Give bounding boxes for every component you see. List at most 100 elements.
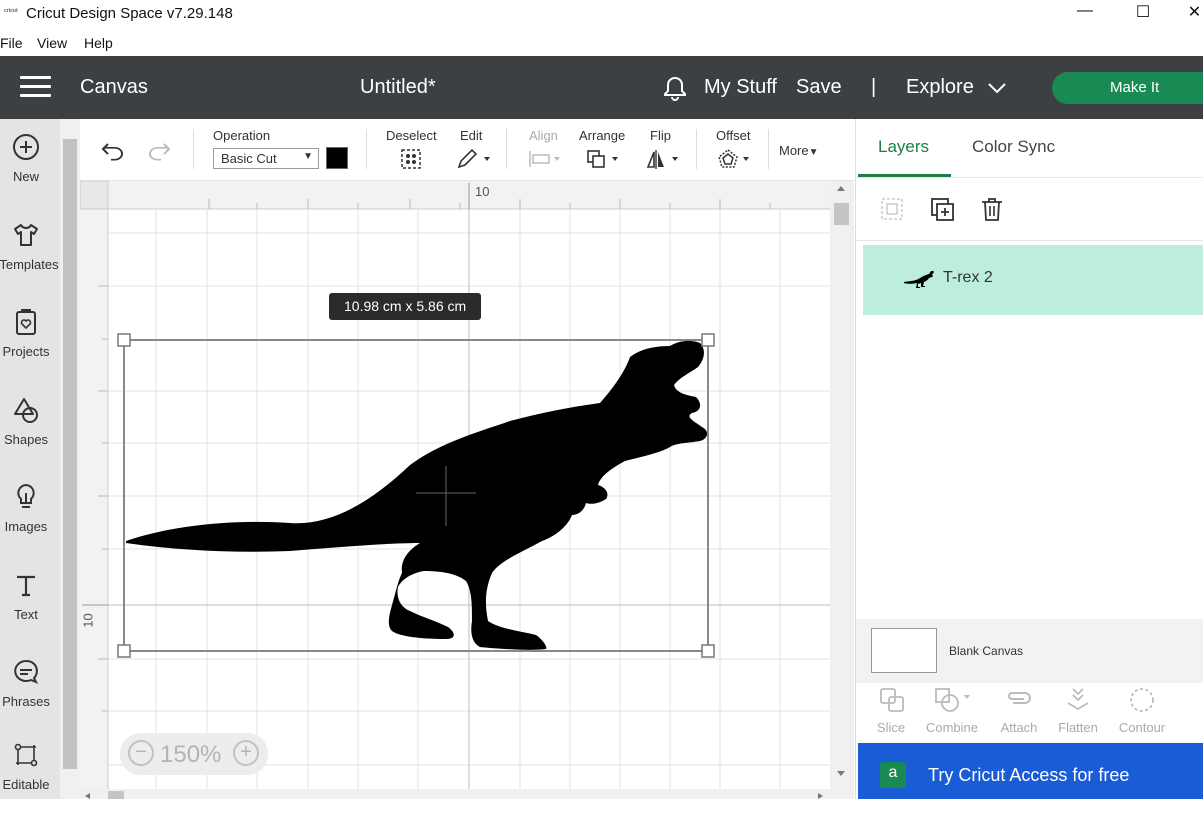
sidebar-item-projects[interactable]: Projects [0, 304, 60, 384]
slice-icon [880, 688, 904, 712]
plus-circle-icon [13, 134, 39, 160]
layers-panel: Layers Color Sync T-rex 2 Blank Canvas S… [855, 119, 1203, 799]
explore-dropdown[interactable]: Explore [906, 76, 974, 99]
slice-tool[interactable]: Slice [861, 685, 921, 735]
document-title[interactable]: Untitled* [360, 76, 436, 99]
flip-icon[interactable] [646, 148, 682, 170]
tab-color-sync[interactable]: Color Sync [972, 137, 1055, 157]
sidebar-item-images[interactable]: Images [0, 479, 60, 559]
zoom-level: 150% [160, 741, 222, 768]
offset-icon[interactable] [716, 148, 752, 170]
dimension-tooltip: 10.98 cm x 5.86 cm [329, 293, 482, 320]
title-bar: cricut Cricut Design Space v7.29.148 — ☐… [0, 0, 1203, 28]
duplicate-icon[interactable] [930, 197, 956, 223]
speech-bubble-icon [14, 659, 39, 684]
menu-help[interactable]: Help [84, 35, 113, 51]
lightbulb-icon [17, 483, 35, 508]
projects-icon [16, 309, 36, 335]
toolbar-separator [768, 129, 769, 169]
save-button[interactable]: Save [796, 76, 842, 99]
edit-pencil-icon[interactable] [456, 148, 492, 170]
undo-icon[interactable] [100, 141, 126, 163]
minimize-button[interactable]: — [1070, 2, 1100, 24]
operation-color-swatch[interactable] [326, 147, 348, 169]
layer-row[interactable]: T-rex 2 [863, 245, 1203, 315]
sidebar-item-text[interactable]: Text [0, 567, 60, 647]
menu-view[interactable]: View [37, 35, 67, 51]
combine-label: Combine [925, 720, 979, 735]
blank-canvas-row[interactable]: Blank Canvas [856, 619, 1203, 683]
zoom-control: − 150% + [120, 733, 268, 775]
tab-divider [856, 177, 1203, 178]
blank-canvas-label: Blank Canvas [949, 644, 1024, 658]
t-rex-thumbnail-icon [904, 271, 934, 288]
edit-toolbar: Operation Basic Cut ▼ Deselect Edit Alig… [80, 119, 854, 181]
cricut-access-banner[interactable]: a Try Cricut Access for free [858, 743, 1203, 799]
zoom-in-button[interactable]: + [233, 740, 259, 766]
deselect-icon[interactable] [400, 148, 422, 170]
sidebar-scrollbar[interactable] [60, 119, 80, 799]
combine-tool[interactable]: Combine [922, 685, 982, 735]
more-label: More [779, 143, 809, 158]
shapes-icon [14, 398, 38, 423]
edit-label: Edit [460, 128, 483, 143]
group-icon [881, 198, 903, 220]
slice-label: Slice [876, 720, 906, 735]
contour-label: Contour [1118, 720, 1166, 735]
sidebar-item-shapes[interactable]: Shapes [0, 392, 60, 472]
align-label: Align [529, 128, 558, 143]
sidebar-label-phrases: Phrases [2, 694, 50, 709]
header-divider: | [871, 76, 877, 98]
flatten-tool[interactable]: Flatten [1048, 685, 1108, 735]
redo-icon[interactable] [146, 141, 172, 163]
cricut-logo: cricut [4, 8, 18, 14]
contour-tool[interactable]: Contour [1112, 685, 1172, 735]
text-icon [17, 575, 35, 597]
close-button[interactable]: ✕ [1186, 2, 1203, 24]
bell-icon[interactable] [662, 75, 688, 101]
attach-label: Attach [1000, 720, 1038, 735]
operation-select[interactable]: Basic Cut ▼ [213, 148, 319, 169]
deselect-label: Deselect [386, 128, 437, 143]
my-stuff-link[interactable]: My Stuff [704, 76, 777, 99]
make-it-button[interactable]: Make It [1052, 72, 1203, 104]
tab-layers[interactable]: Layers [878, 137, 929, 157]
sidebar-label-editable: Editable [2, 777, 50, 792]
flatten-icon [1067, 688, 1089, 711]
sidebar-item-new[interactable]: New [0, 129, 60, 209]
sidebar-item-editable[interactable]: Editable [0, 737, 60, 817]
blank-canvas-swatch[interactable] [871, 628, 937, 673]
sidebar-item-templates[interactable]: Templates [0, 217, 60, 297]
cricut-access-badge-icon: a [880, 762, 906, 788]
sidebar-label-images: Images [4, 519, 48, 534]
maximize-button[interactable]: ☐ [1128, 2, 1158, 24]
ruler-top-label: 10 [475, 184, 490, 199]
section-title: Canvas [80, 76, 148, 98]
window-title: Cricut Design Space v7.29.148 [26, 5, 233, 22]
sidebar-scroll-thumb[interactable] [63, 139, 77, 769]
combine-icon [935, 688, 970, 712]
toolbar-separator [193, 129, 194, 169]
align-icon [529, 151, 560, 167]
cricut-access-text: Try Cricut Access for free [928, 765, 1130, 785]
attach-tool[interactable]: Attach [989, 685, 1049, 735]
design-canvas[interactable]: 10 10 10.98 cm x 5.86 cm − 150% + [80, 181, 854, 799]
zoom-out-button[interactable]: − [128, 740, 154, 766]
left-sidebar: New Templates Projects Shapes Images Tex… [0, 119, 60, 799]
contour-icon [1130, 688, 1154, 712]
toolbar-separator [696, 129, 697, 169]
arrange-icon[interactable] [586, 148, 622, 170]
offset-label: Offset [716, 128, 751, 143]
more-arrow-icon: ▼ [808, 147, 819, 158]
dropdown-arrow-icon: ▼ [303, 151, 313, 162]
sidebar-label-new: New [12, 169, 39, 184]
trash-icon[interactable] [980, 196, 1004, 222]
sidebar-item-phrases[interactable]: Phrases [0, 654, 60, 734]
chevron-down-icon[interactable] [987, 81, 1007, 95]
hamburger-menu-icon[interactable] [20, 76, 51, 97]
shirt-icon [14, 224, 38, 246]
more-menu[interactable]: More▼ [779, 143, 819, 158]
app-header: Canvas Untitled* My Stuff Save | Explore… [0, 56, 1203, 119]
toolbar-separator [506, 129, 507, 169]
menu-file[interactable]: File [0, 35, 23, 51]
